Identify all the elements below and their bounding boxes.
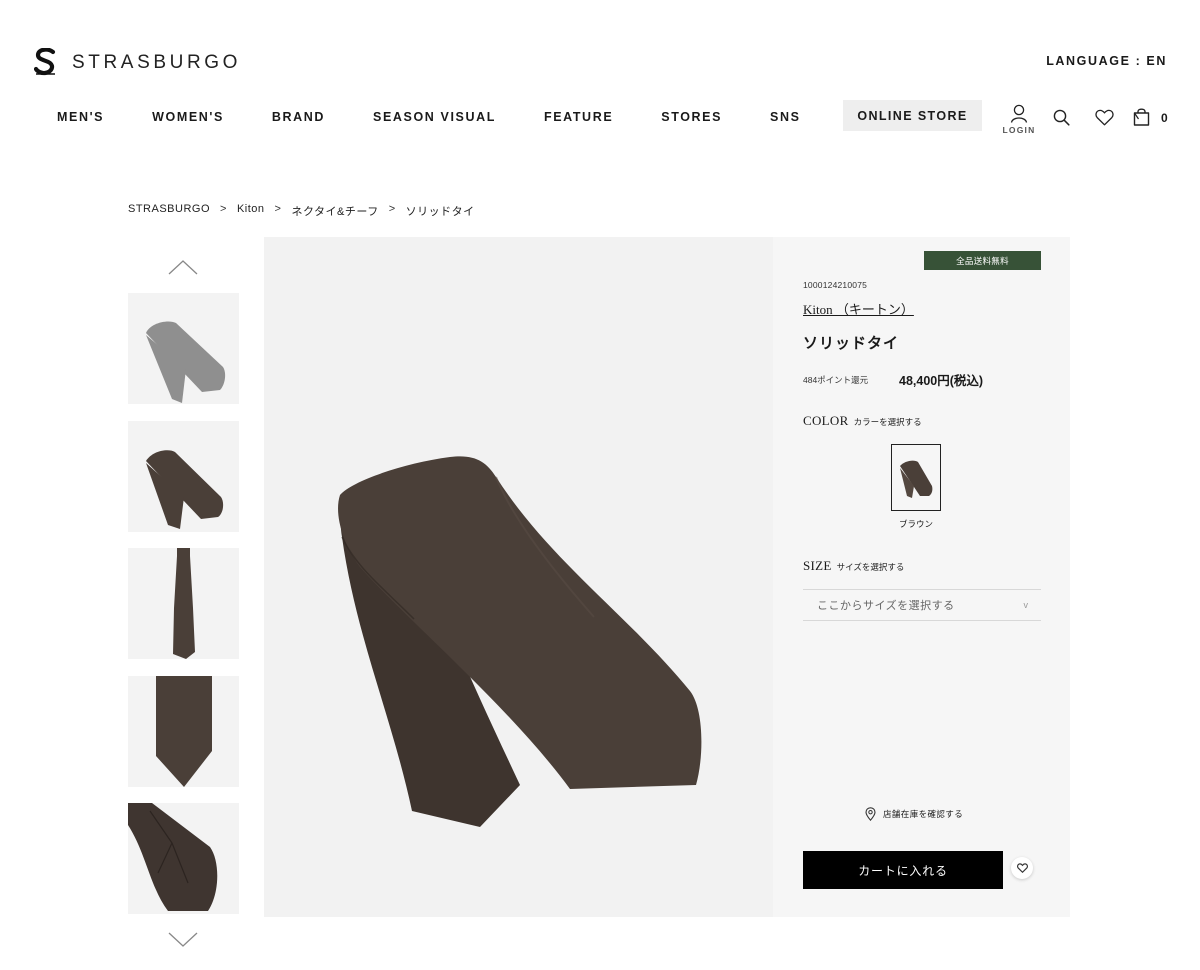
cart-button[interactable]: 0 [1133, 107, 1168, 126]
thumbnail-up-arrow-icon[interactable] [168, 259, 198, 275]
nav-item-brand[interactable]: BRAND [272, 110, 325, 124]
heart-icon [1016, 863, 1028, 873]
color-swatch-label: ブラウン [898, 519, 933, 529]
heart-icon [1095, 109, 1114, 126]
online-store-button[interactable]: ONLINE STORE [843, 100, 982, 131]
brown-tie-swatch-image [900, 460, 933, 498]
store-stock-link[interactable]: 店舗在庫を確認する [865, 807, 963, 821]
breadcrumb-separator: > [220, 203, 227, 215]
grey-tie-thumbnail-image [146, 321, 226, 403]
breadcrumb-separator: > [388, 203, 396, 215]
color-section-title: COLOR カラーを選択する [803, 413, 922, 429]
brown-tie-full-thumbnail-image [173, 548, 195, 659]
product-price: 48,400円(税込) [899, 374, 984, 388]
brown-tie-image [338, 456, 702, 827]
nav-item-stores[interactable]: STORES [661, 110, 722, 124]
chevron-down-icon: v [1023, 600, 1029, 610]
search-icon [1053, 109, 1070, 126]
thumbnail-3[interactable] [128, 548, 239, 659]
logo-text: STRASBURGO [72, 52, 242, 73]
size-select[interactable]: ここからサイズを選択する v [803, 589, 1041, 621]
breadcrumb: STRASBURGO > Kiton > ネクタイ&チーフ > ソリッドタイ [128, 203, 475, 219]
language-selector[interactable]: LANGUAGE : EN [1046, 54, 1167, 68]
nav-item-season-visual[interactable]: SEASON VISUAL [373, 110, 496, 124]
nav-item-sns[interactable]: SNS [770, 110, 801, 124]
free-shipping-badge: 全品送料無料 [924, 251, 1041, 270]
thumbnail-4[interactable] [128, 676, 239, 787]
color-title: COLOR [803, 413, 849, 428]
breadcrumb-item-brand[interactable]: Kiton [237, 203, 265, 219]
login-button[interactable]: LOGIN [1002, 104, 1036, 135]
breadcrumb-item-current: ソリッドタイ [405, 206, 475, 218]
login-label: LOGIN [1002, 125, 1036, 135]
points-label: 484ポイント還元 [803, 375, 869, 385]
store-stock-label: 店舗在庫を確認する [883, 809, 964, 819]
color-hint: カラーを選択する [853, 417, 922, 427]
logo[interactable]: STRASBURGO [34, 48, 241, 78]
logo-mark-icon [34, 48, 56, 76]
thumbnail-down-arrow-icon[interactable] [168, 932, 198, 948]
breadcrumb-item-home[interactable]: STRASBURGO [128, 203, 210, 219]
shopping-bag-icon [1133, 108, 1150, 126]
product-code: 1000124210075 [803, 280, 868, 290]
brown-tie-back-thumbnail-image [128, 803, 218, 911]
main-nav: MEN'S WOMEN'S BRAND SEASON VISUAL FEATUR… [57, 110, 849, 124]
nav-item-mens[interactable]: MEN'S [57, 110, 104, 124]
breadcrumb-item-category[interactable]: ネクタイ&チーフ [291, 203, 378, 219]
add-to-favorites-button[interactable] [1011, 857, 1033, 879]
nav-item-feature[interactable]: FEATURE [544, 110, 613, 124]
favorites-button[interactable] [1095, 109, 1114, 126]
size-section-title: SIZE サイズを選択する [803, 558, 904, 574]
thumbnail-1[interactable] [128, 293, 239, 404]
main-product-image[interactable] [264, 237, 773, 917]
cart-count: 0 [1161, 110, 1168, 125]
brown-tie-blade-thumbnail-image [156, 676, 212, 787]
thumbnail-5[interactable] [128, 803, 239, 914]
user-icon [1010, 104, 1028, 123]
size-hint: サイズを選択する [836, 562, 905, 572]
nav-item-womens[interactable]: WOMEN'S [152, 110, 224, 124]
size-title: SIZE [803, 558, 832, 573]
breadcrumb-separator: > [274, 203, 282, 215]
location-pin-icon [865, 807, 876, 821]
brown-tie-thumbnail-image [146, 450, 224, 529]
brand-link[interactable]: Kiton （キートン） [803, 299, 914, 318]
color-swatch-brown[interactable] [891, 444, 941, 511]
add-to-cart-button[interactable]: カートに入れる [803, 851, 1003, 889]
product-name: ソリッドタイ [803, 335, 900, 352]
size-placeholder: ここからサイズを選択する [817, 600, 955, 612]
search-button[interactable] [1053, 109, 1070, 126]
thumbnail-2[interactable] [128, 421, 239, 532]
